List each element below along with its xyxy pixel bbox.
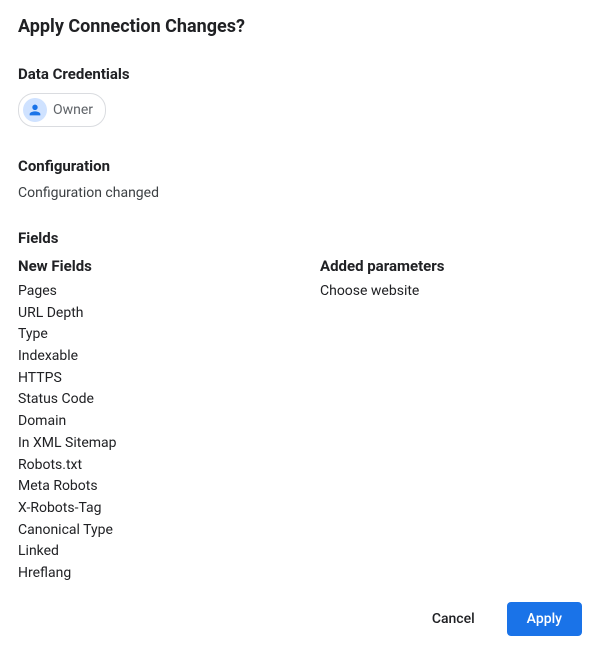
new-fields-column: New Fields PagesURL DepthTypeIndexableHT…: [18, 257, 280, 585]
person-icon: [23, 98, 47, 122]
new-fields-list: PagesURL DepthTypeIndexableHTTPSStatus C…: [18, 281, 280, 585]
list-item: Type: [18, 324, 280, 346]
list-item: Linked: [18, 541, 280, 563]
list-item: Robots.txt: [18, 455, 280, 477]
owner-label: Owner: [53, 102, 93, 118]
list-item: Meta Robots: [18, 476, 280, 498]
list-item: URL Depth: [18, 303, 280, 325]
dialog-button-row: Cancel Apply: [412, 602, 582, 636]
added-parameters-column: Added parameters Choose website: [320, 257, 582, 585]
list-item: Hreflang: [18, 563, 280, 585]
configuration-section: Configuration Configuration changed: [18, 157, 582, 201]
data-credentials-section: Data Credentials Owner: [18, 65, 582, 157]
list-item: Pages: [18, 281, 280, 303]
list-item: X-Robots-Tag: [18, 498, 280, 520]
apply-button[interactable]: Apply: [507, 602, 582, 636]
list-item: Indexable: [18, 346, 280, 368]
new-fields-heading: New Fields: [18, 257, 280, 275]
fields-section: Fields New Fields PagesURL DepthTypeInde…: [18, 229, 582, 585]
data-credentials-heading: Data Credentials: [18, 65, 582, 83]
added-parameters-list: Choose website: [320, 281, 582, 303]
owner-chip[interactable]: Owner: [18, 93, 106, 127]
fields-columns: New Fields PagesURL DepthTypeIndexableHT…: [18, 257, 582, 585]
configuration-heading: Configuration: [18, 157, 582, 175]
list-item: HTTPS: [18, 368, 280, 390]
list-item: Domain: [18, 411, 280, 433]
configuration-status: Configuration changed: [18, 185, 582, 201]
fields-heading: Fields: [18, 229, 582, 247]
dialog-title: Apply Connection Changes?: [18, 16, 582, 37]
list-item: Choose website: [320, 281, 582, 303]
list-item: Status Code: [18, 389, 280, 411]
cancel-button[interactable]: Cancel: [412, 602, 495, 636]
list-item: Canonical Type: [18, 520, 280, 542]
added-parameters-heading: Added parameters: [320, 257, 582, 275]
list-item: In XML Sitemap: [18, 433, 280, 455]
